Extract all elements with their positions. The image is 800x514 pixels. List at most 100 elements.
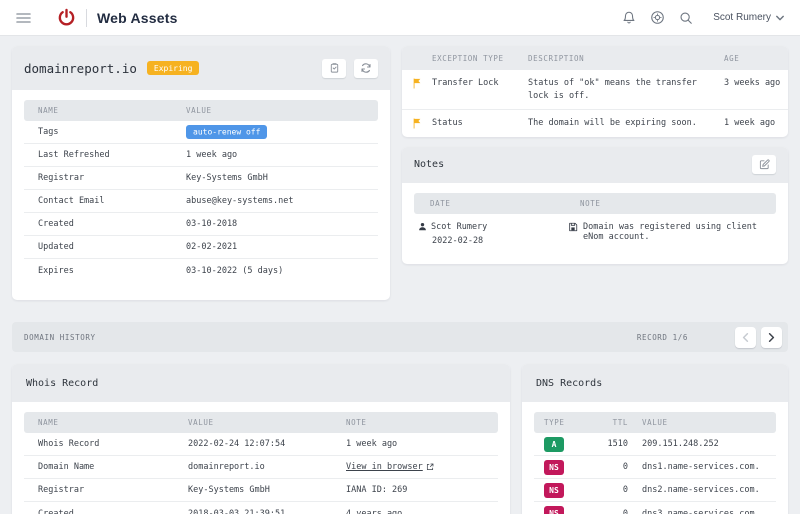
col-name: NAME [38, 106, 59, 115]
flag-icon [402, 77, 432, 89]
domain-summary-card: domainreport.io Expiring NAME VALUE Tags… [12, 46, 390, 300]
row-label: Updated [38, 242, 74, 252]
exception-row: Status The domain will be expiring soon.… [402, 110, 788, 136]
row-label: Registrar [38, 173, 85, 183]
row-label: Last Refreshed [38, 150, 110, 160]
view-in-browser-link[interactable]: View in browser [346, 462, 434, 472]
table-row: Expires 03-10-2022 (5 days) [24, 259, 378, 282]
row-value: 2018-03-03 21:39:51 [188, 508, 286, 514]
domain-history-bar: DOMAIN HISTORY RECORD 1/6 [12, 322, 788, 352]
exception-age: 1 week ago [724, 118, 776, 129]
row-label: Contact Email [38, 196, 105, 206]
col-note: NOTE [580, 198, 601, 208]
row-label: Tags [38, 127, 59, 137]
record-type-badge: NS [544, 506, 564, 514]
col-value: VALUE [642, 418, 668, 427]
bell-icon[interactable] [622, 10, 636, 25]
table-row: Domain Name domainreport.io View in brow… [24, 456, 498, 479]
record-ttl: 0 [622, 462, 628, 472]
record-counter: RECORD 1/6 [636, 332, 688, 342]
row-value: abuse@key-systems.net [186, 196, 294, 206]
dns-records-card: DNS Records TYPE TTL VALUE A 1510 209.15… [522, 364, 788, 514]
notes-table-header: DATE NOTE [414, 192, 776, 214]
row-value: 2022-02-24 12:07:54 [188, 439, 286, 449]
col-age: AGE [724, 53, 740, 63]
refresh-button[interactable] [354, 58, 378, 78]
whois-table-header: NAME VALUE NOTE [24, 412, 498, 433]
row-label: Domain Name [38, 462, 95, 472]
record-type-badge: NS [544, 482, 564, 498]
exception-description: The domain will be expiring soon. [528, 118, 697, 129]
link-label: View in browser [346, 462, 423, 472]
col-type: TYPE [544, 418, 565, 427]
note-row: Scot Rumery 2022-02-28 Domain was regist… [414, 214, 776, 250]
user-menu[interactable]: Scot Rumery [713, 12, 784, 23]
col-value: VALUE [188, 418, 214, 427]
external-link-icon [426, 463, 434, 471]
domain-card-header: domainreport.io Expiring [12, 46, 390, 90]
dns-row: NS 0 dns1.name-services.com. [534, 456, 776, 479]
edit-note-button[interactable] [752, 155, 776, 175]
tag-badge[interactable]: auto-renew off [186, 124, 268, 139]
menu-icon[interactable] [16, 12, 31, 24]
dns-row: NS 0 dns3.name-services.com. [534, 502, 776, 514]
divider [86, 8, 87, 27]
col-name: NAME [38, 418, 59, 427]
next-record-button[interactable] [761, 326, 782, 348]
row-value: 03-10-2018 [186, 219, 238, 229]
col-note: NOTE [346, 418, 367, 427]
app-title: Web Assets [97, 9, 178, 26]
row-value: Key-Systems GmbH [188, 485, 270, 495]
whois-record-card: Whois Record NAME VALUE NOTE Whois Recor… [12, 364, 510, 514]
exceptions-table-header: EXCEPTION TYPE DESCRIPTION AGE [402, 46, 788, 70]
history-title: DOMAIN HISTORY [24, 332, 96, 342]
notes-title: Notes [414, 159, 445, 171]
chevron-down-icon [776, 15, 784, 21]
exception-row: Transfer Lock Status of "ok" means the t… [402, 70, 788, 111]
dns-row: NS 0 dns2.name-services.com. [534, 479, 776, 502]
record-value: 209.151.248.252 [642, 439, 719, 449]
whois-title: Whois Record [26, 377, 99, 389]
prev-record-button[interactable] [735, 326, 756, 348]
dns-table-header: TYPE TTL VALUE [534, 412, 776, 433]
user-name: Scot Rumery [713, 12, 771, 23]
row-value: 03-10-2022 (5 days) [186, 265, 284, 276]
row-value: Key-Systems GmbH [186, 173, 268, 183]
row-value: domainreport.io [188, 462, 265, 472]
table-row: Created 2018-03-03 21:39:51 4 years ago [24, 502, 498, 514]
table-row: Registrar Key-Systems GmbH IANA ID: 269 [24, 479, 498, 502]
row-label: Whois Record [38, 439, 100, 449]
table-row: Last Refreshed 1 week ago [24, 144, 378, 167]
exceptions-card: EXCEPTION TYPE DESCRIPTION AGE Transfer … [402, 46, 788, 137]
table-row: Created 03-10-2018 [24, 213, 378, 236]
table-row: Tags auto-renew off [24, 121, 378, 144]
help-icon[interactable] [650, 10, 665, 25]
table-row: Contact Email abuse@key-systems.net [24, 190, 378, 213]
table-row: Whois Record 2022-02-24 12:07:54 1 week … [24, 433, 498, 456]
power-icon [57, 8, 76, 27]
record-ttl: 1510 [607, 439, 628, 449]
row-value: 02-02-2021 [186, 242, 238, 252]
note-text: Domain was registered using client eNom … [583, 221, 757, 242]
exception-description: Status of "ok" means the transfer lock i… [528, 78, 697, 102]
exception-type: Transfer Lock [432, 78, 499, 88]
table-row: Updated 02-02-2021 [24, 236, 378, 259]
domain-table-header: NAME VALUE [24, 100, 378, 121]
row-label: Created [38, 219, 74, 229]
user-icon [418, 222, 427, 231]
copy-button[interactable] [322, 58, 346, 78]
exception-age: 3 weeks ago [724, 78, 781, 88]
search-icon[interactable] [679, 11, 693, 25]
record-ttl: 0 [622, 508, 628, 514]
table-row: Registrar Key-Systems GmbH [24, 167, 378, 190]
note-author: Scot Rumery [431, 221, 488, 232]
row-label: Created [38, 508, 74, 514]
record-value: dns1.name-services.com. [642, 462, 760, 472]
domain-title: domainreport.io [24, 60, 137, 76]
top-bar: Web Assets Scot Rumery [0, 0, 800, 36]
col-description: DESCRIPTION [528, 53, 585, 63]
col-value: VALUE [186, 106, 212, 115]
dns-title: DNS Records [536, 377, 603, 389]
col-date: DATE [430, 198, 451, 208]
row-note: 1 week ago [346, 439, 398, 449]
